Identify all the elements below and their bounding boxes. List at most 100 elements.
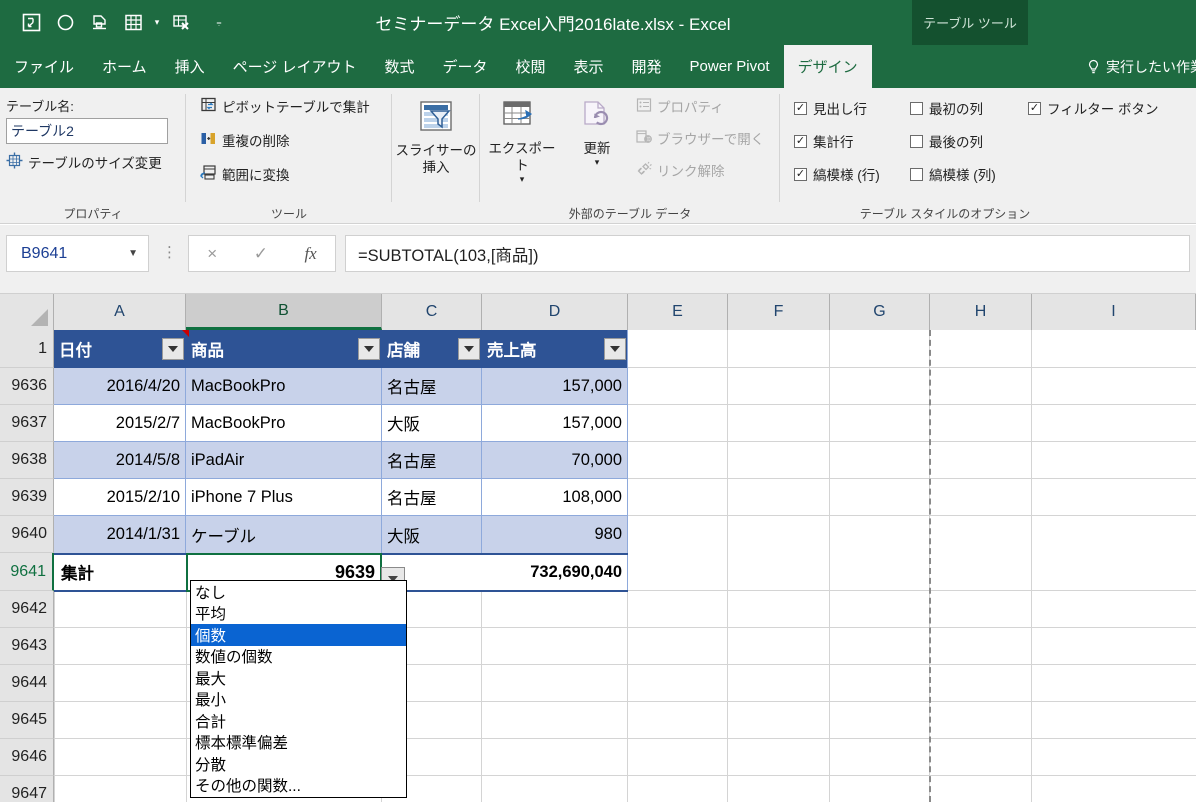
refresh-caret-icon[interactable]: ▾ — [595, 157, 600, 167]
name-box-caret-icon[interactable]: ▼ — [128, 248, 138, 259]
tab-view[interactable]: 表示 — [560, 45, 618, 88]
tab-page-layout[interactable]: ページ レイアウト — [219, 45, 371, 88]
column-header-e[interactable]: E — [628, 294, 728, 330]
filter-button-sales[interactable] — [604, 338, 626, 360]
cancel-icon[interactable]: × — [207, 244, 217, 264]
cell-b9636[interactable]: MacBookPro — [186, 368, 382, 404]
checkbox-banded-columns-box[interactable] — [910, 167, 923, 181]
checkbox-banded-rows-box[interactable]: ✓ — [794, 167, 807, 181]
row-header-9639[interactable]: 9639 — [0, 479, 54, 516]
enter-icon[interactable]: ✓ — [254, 244, 268, 264]
formula-input[interactable]: =SUBTOTAL(103,[商品]) — [345, 235, 1190, 272]
summarize-with-pivottable-button[interactable]: ピボットテーブルで集計 — [200, 96, 370, 116]
tab-home[interactable]: ホーム — [88, 45, 161, 88]
checkbox-last-column[interactable]: 最後の列 — [910, 131, 983, 151]
tab-design[interactable]: デザイン — [783, 45, 872, 88]
row-header-9643[interactable]: 9643 — [0, 628, 54, 665]
menu-item-variance[interactable]: 分散 — [191, 753, 406, 775]
tab-file[interactable]: ファイル — [0, 45, 88, 88]
tab-review[interactable]: 校閲 — [502, 45, 560, 88]
cell-d9636[interactable]: 157,000 — [482, 368, 628, 404]
cell-a9640[interactable]: 2014/1/31 — [54, 516, 186, 553]
tell-me-box[interactable]: 実行したい作業を入 — [1086, 45, 1196, 88]
name-box[interactable]: B9641 ▼ — [6, 235, 149, 272]
checkbox-last-column-box[interactable] — [910, 134, 923, 148]
column-header-c[interactable]: C — [382, 294, 482, 330]
column-header-f[interactable]: F — [728, 294, 830, 330]
cell-d9641-total-sales[interactable]: 732,690,040 — [482, 554, 628, 590]
row-header-9638[interactable]: 9638 — [0, 442, 54, 479]
formula-bar-handle[interactable]: ⋮ — [162, 243, 177, 261]
checkbox-filter-button[interactable]: ✓ フィルター ボタン — [1028, 98, 1158, 118]
table-name-input[interactable]: テーブル2 — [6, 118, 168, 144]
resize-table-button[interactable]: テーブルのサイズ変更 — [6, 152, 162, 172]
menu-item-average[interactable]: 平均 — [191, 603, 406, 625]
filter-button-store[interactable] — [458, 338, 480, 360]
cell-a9639[interactable]: 2015/2/10 — [54, 479, 186, 515]
table-header-product[interactable]: 商品 — [186, 330, 382, 368]
tab-insert[interactable]: 挿入 — [161, 45, 219, 88]
cell-a9641-total-label[interactable]: 集計 — [56, 554, 184, 590]
menu-item-count-nums[interactable]: 数値の個数 — [191, 646, 406, 668]
tab-data[interactable]: データ — [428, 45, 501, 88]
checkbox-header-row[interactable]: ✓ 見出し行 — [794, 98, 867, 118]
select-all-button[interactable] — [0, 294, 54, 330]
checkbox-total-row-box[interactable]: ✓ — [794, 134, 807, 148]
insert-slicer-button[interactable]: スライサーの 挿入 — [392, 100, 480, 176]
insert-function-icon[interactable]: fx — [304, 244, 316, 264]
column-header-d[interactable]: D — [482, 294, 628, 330]
cell-d9640[interactable]: 980 — [482, 516, 628, 553]
row-header-9647[interactable]: 9647 — [0, 776, 54, 802]
checkbox-banded-columns[interactable]: 縞模様 (列) — [910, 164, 996, 184]
total-row-function-menu[interactable]: なし 平均 個数 数値の個数 最大 最小 合計 標本標準偏差 分散 その他の関数… — [190, 580, 407, 798]
row-header-9644[interactable]: 9644 — [0, 665, 54, 702]
checkbox-total-row[interactable]: ✓ 集計行 — [794, 131, 854, 151]
row-header-9645[interactable]: 9645 — [0, 702, 54, 739]
column-header-a[interactable]: A — [54, 294, 186, 330]
cell-a9638[interactable]: 2014/5/8 — [54, 442, 186, 478]
cell-a9637[interactable]: 2015/2/7 — [54, 405, 186, 441]
menu-item-count[interactable]: 個数 — [191, 624, 406, 646]
tab-formulas[interactable]: 数式 — [370, 45, 428, 88]
menu-item-stddev[interactable]: 標本標準偏差 — [191, 732, 406, 754]
cell-c9637[interactable]: 大阪 — [382, 405, 482, 441]
filter-button-date[interactable] — [162, 338, 184, 360]
convert-to-range-button[interactable]: 範囲に変換 — [200, 164, 290, 184]
cell-b9640[interactable]: ケーブル — [186, 516, 382, 553]
cell-b9637[interactable]: MacBookPro — [186, 405, 382, 441]
cell-a9636[interactable]: 2016/4/20 — [54, 368, 186, 404]
column-header-h[interactable]: H — [930, 294, 1032, 330]
column-header-i[interactable]: I — [1032, 294, 1196, 330]
refresh-button[interactable]: 更新 ▾ — [566, 100, 628, 167]
cell-c9639[interactable]: 名古屋 — [382, 479, 482, 515]
filter-button-product[interactable] — [358, 338, 380, 360]
checkbox-filter-button-box[interactable]: ✓ — [1028, 101, 1041, 115]
cell-c9636[interactable]: 名古屋 — [382, 368, 482, 404]
row-header-9646[interactable]: 9646 — [0, 739, 54, 776]
row-header-1[interactable]: 1 — [0, 330, 54, 368]
tab-power-pivot[interactable]: Power Pivot — [676, 45, 784, 88]
menu-item-max[interactable]: 最大 — [191, 667, 406, 689]
menu-item-sum[interactable]: 合計 — [191, 710, 406, 732]
export-button[interactable]: エクスポート ▾ — [484, 100, 560, 184]
cell-d9637[interactable]: 157,000 — [482, 405, 628, 441]
cell-c9638[interactable]: 名古屋 — [382, 442, 482, 478]
cell-b9638[interactable]: iPadAir — [186, 442, 382, 478]
row-header-9637[interactable]: 9637 — [0, 405, 54, 442]
cell-b9639[interactable]: iPhone 7 Plus — [186, 479, 382, 515]
cell-c9640[interactable]: 大阪 — [382, 516, 482, 553]
checkbox-first-column-box[interactable] — [910, 101, 923, 115]
checkbox-first-column[interactable]: 最初の列 — [910, 98, 983, 118]
column-header-g[interactable]: G — [830, 294, 930, 330]
menu-item-more-functions[interactable]: その他の関数... — [191, 775, 406, 797]
export-caret-icon[interactable]: ▾ — [520, 174, 525, 184]
row-header-9636[interactable]: 9636 — [0, 368, 54, 405]
row-header-9642[interactable]: 9642 — [0, 591, 54, 628]
column-header-b[interactable]: B — [186, 294, 382, 330]
menu-item-none[interactable]: なし — [191, 581, 406, 603]
checkbox-header-row-box[interactable]: ✓ — [794, 101, 807, 115]
row-header-9640[interactable]: 9640 — [0, 516, 54, 553]
remove-duplicates-button[interactable]: 重複の削除 — [200, 130, 290, 150]
row-header-9641[interactable]: 9641 — [0, 553, 54, 591]
checkbox-banded-rows[interactable]: ✓ 縞模様 (行) — [794, 164, 880, 184]
